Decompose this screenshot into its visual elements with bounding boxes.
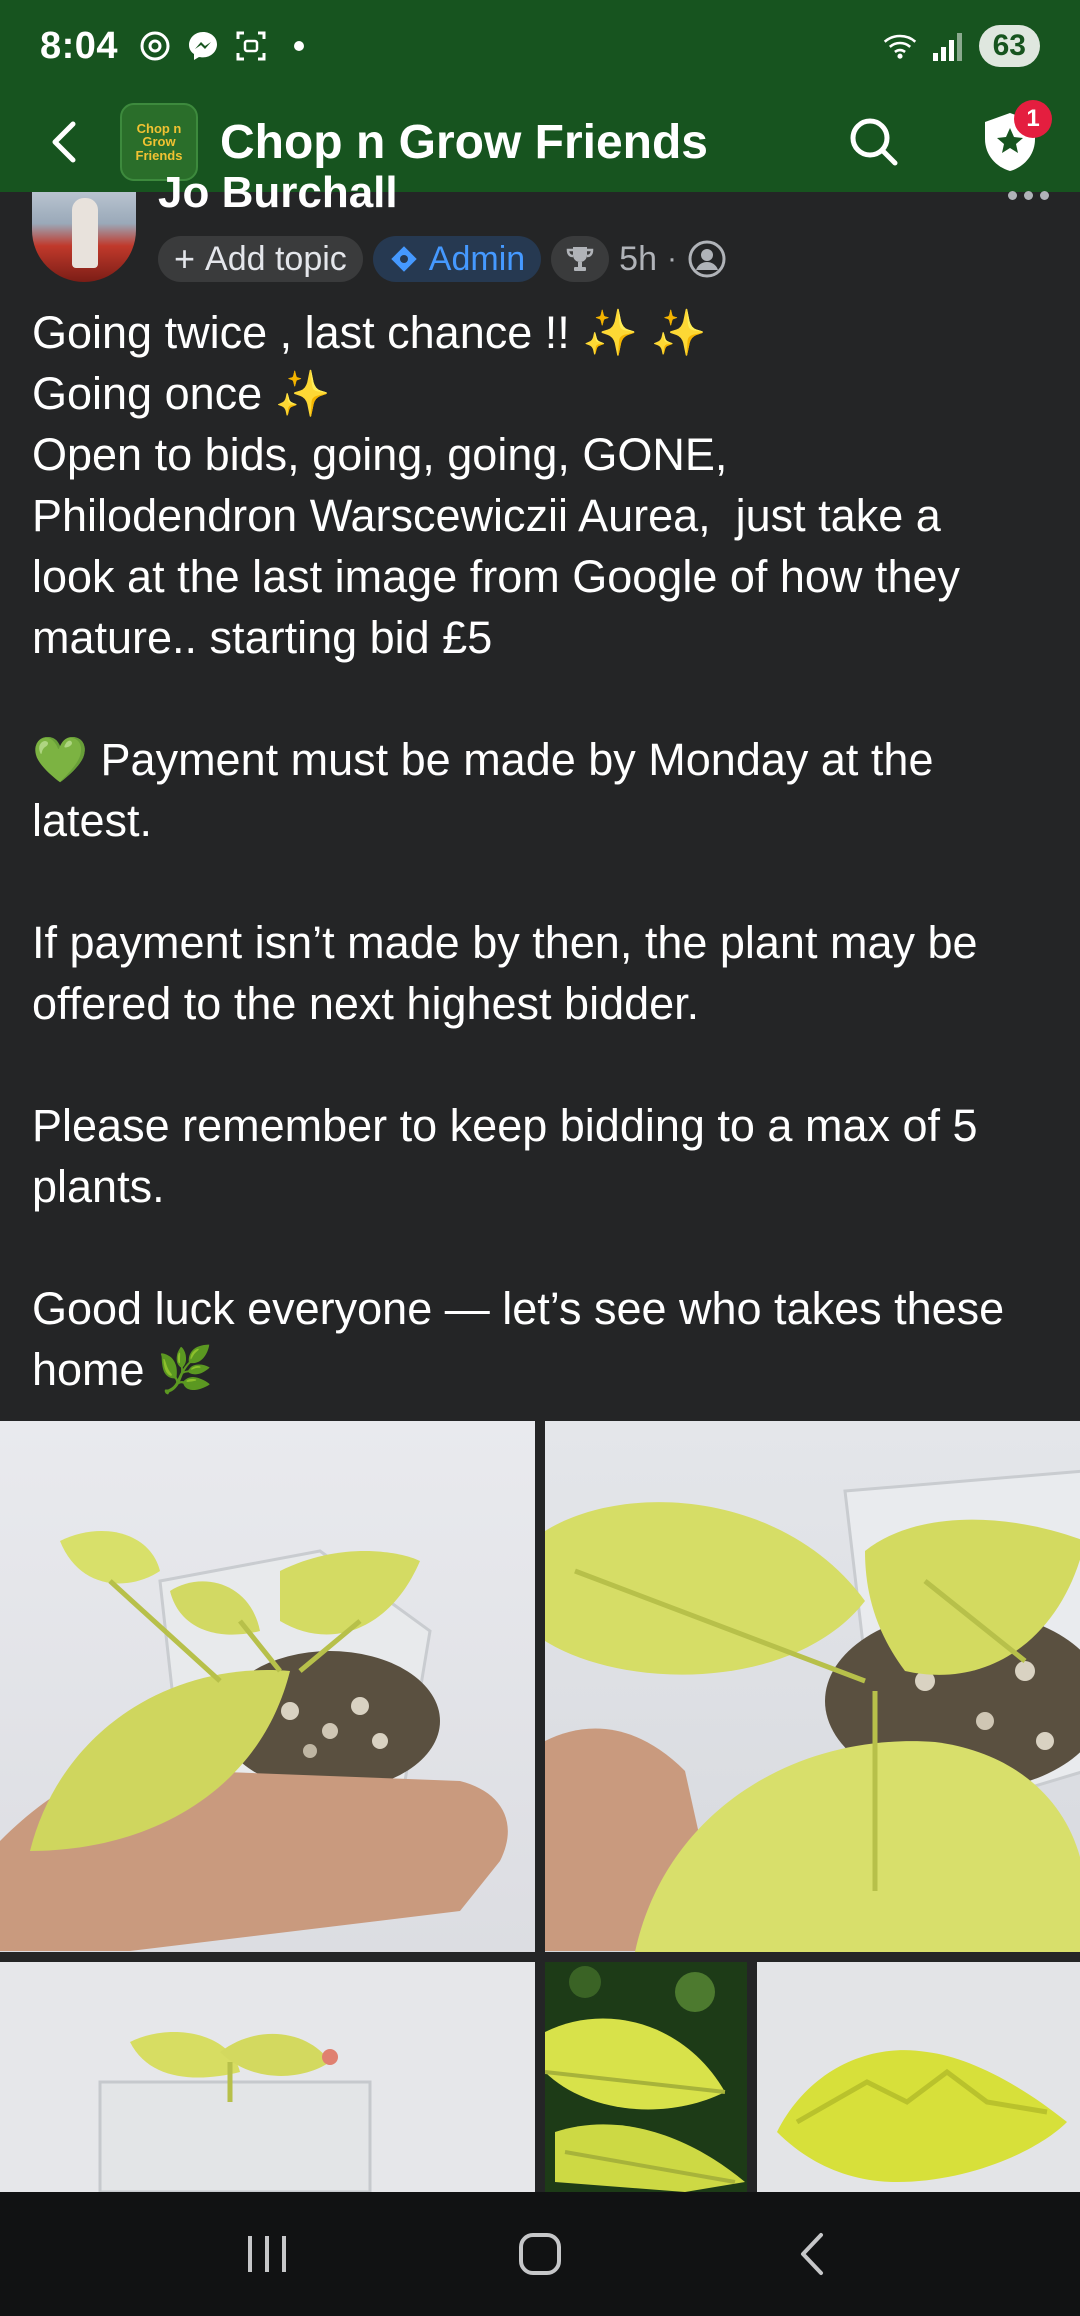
post-spacer xyxy=(32,1217,1052,1278)
admin-tools-button[interactable]: 1 xyxy=(974,100,1052,178)
more-dots-icon xyxy=(1007,190,1017,200)
recents-button[interactable] xyxy=(222,2209,312,2299)
messenger-icon xyxy=(186,29,220,63)
plus-icon: + xyxy=(174,238,196,279)
post-line: home 🌿 xyxy=(32,1344,214,1395)
dot-icon xyxy=(282,29,316,63)
post-line: latest. xyxy=(32,795,153,846)
post-line: look at the last image from Google of ho… xyxy=(32,551,960,602)
post-photo-2[interactable] xyxy=(545,1421,1080,1952)
group-title[interactable]: Chop n Grow Friends xyxy=(220,115,708,170)
add-topic-label: Add topic xyxy=(205,239,347,278)
trophy-icon xyxy=(566,247,594,271)
post-photo-5[interactable] xyxy=(757,1962,1080,2192)
post-photo-4[interactable] xyxy=(545,1962,747,2192)
post-spacer xyxy=(32,851,1052,912)
battery-indicator: 63 xyxy=(978,25,1040,67)
home-icon xyxy=(518,2233,561,2275)
post-line: offered to the next highest bidder. xyxy=(32,978,700,1029)
admin-badge[interactable]: Admin xyxy=(372,236,542,282)
threads-icon xyxy=(138,29,172,63)
search-icon xyxy=(850,118,898,166)
post-spacer xyxy=(32,668,1052,729)
notification-badge: 1 xyxy=(1014,100,1052,138)
recents-icon xyxy=(247,2236,286,2272)
post-photo-3[interactable] xyxy=(0,1962,535,2192)
post-line: Philodendron Warscewiczii Aurea, just ta… xyxy=(32,490,941,541)
post-spacer xyxy=(32,1034,1052,1095)
post-line: If payment isn’t made by then, the plant… xyxy=(32,917,978,968)
post-meta: + Add topic Admin 5h · xyxy=(158,236,727,282)
screen: 8:04 63 Chop n Grow Friends Chop n Grow … xyxy=(0,0,1080,2316)
author-avatar[interactable] xyxy=(32,192,136,282)
status-notification-icons xyxy=(138,29,316,63)
author-name[interactable]: Jo Burchall xyxy=(158,168,398,218)
back-button[interactable] xyxy=(30,107,100,177)
signal-icon xyxy=(931,29,965,63)
admin-label: Admin xyxy=(428,239,526,278)
group-members-icon xyxy=(688,240,726,278)
post-line: 💚 Payment must be made by Monday at the xyxy=(32,734,934,785)
post-time[interactable]: 5h xyxy=(619,240,657,279)
status-time: 8:04 xyxy=(40,24,119,67)
wifi-icon xyxy=(883,29,917,63)
post-line: plants. xyxy=(32,1161,165,1212)
post-line: Please remember to keep bidding to a max… xyxy=(32,1100,978,1151)
status-system-icons: 63 xyxy=(883,25,1040,67)
post-line: Good luck everyone — let’s see who takes… xyxy=(32,1283,1005,1334)
separator: · xyxy=(667,242,677,275)
status-bar: 8:04 63 xyxy=(0,0,1080,92)
system-nav-bar xyxy=(0,2192,1080,2316)
top-contributor-badge[interactable] xyxy=(551,236,610,282)
group-logo-text-line-1: Chop n Grow xyxy=(136,120,182,150)
search-button[interactable] xyxy=(838,106,908,176)
post-text: Going twice , last chance !! ✨ ✨ Going o… xyxy=(32,302,1052,1400)
post-line: Going twice , last chance !! ✨ ✨ xyxy=(32,307,707,358)
group-logo-text-line-2: Friends xyxy=(135,147,183,163)
back-arrow-icon xyxy=(52,121,76,163)
add-topic-button[interactable]: + Add topic xyxy=(158,236,363,282)
screenshot-icon xyxy=(234,29,268,63)
post-photo-1[interactable] xyxy=(0,1421,535,1952)
post-header: Jo Burchall + Add topic Admin 5h · xyxy=(0,168,1080,288)
post-line: mature.. starting bid £5 xyxy=(32,612,493,663)
more-options-button[interactable] xyxy=(998,180,1058,210)
post-line: Open to bids, going, going, GONE, xyxy=(32,429,728,480)
home-button[interactable] xyxy=(495,2209,585,2299)
nav-back-button[interactable] xyxy=(768,2209,858,2299)
admin-diamond-icon xyxy=(391,246,417,272)
nav-back-icon xyxy=(801,2233,824,2275)
post-line: Going once ✨ xyxy=(32,368,331,419)
